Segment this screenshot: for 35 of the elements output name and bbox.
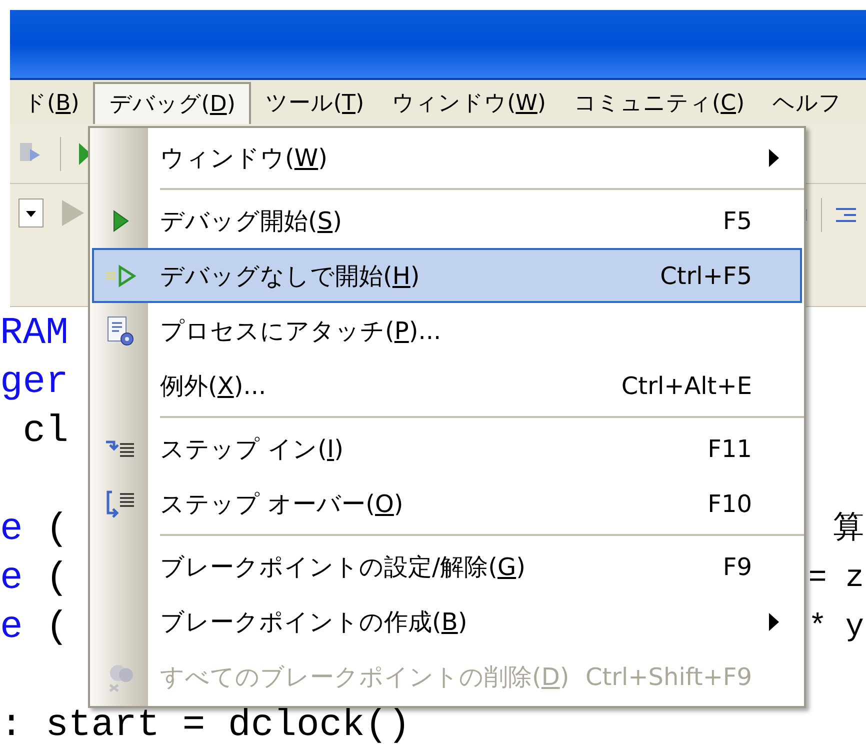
play-icon bbox=[112, 208, 130, 232]
code-text: e bbox=[0, 508, 23, 550]
document-gear-icon bbox=[106, 314, 136, 346]
play-outline-icon bbox=[104, 264, 138, 288]
code-text: : start = dclock() bbox=[0, 704, 410, 746]
menu-bar-item[interactable]: デバッグ(D) bbox=[93, 82, 252, 124]
code-text: ( bbox=[44, 558, 68, 600]
menu-bar-item[interactable]: ウィンドウ(W) bbox=[378, 82, 560, 124]
dropdown-icon[interactable] bbox=[18, 198, 44, 228]
menu-item[interactable]: デバッグ開始(S) F5 bbox=[92, 193, 802, 248]
menu-item[interactable]: ステップ イン(I) F11 bbox=[92, 421, 802, 476]
code-text: e bbox=[0, 606, 23, 648]
menu-item[interactable]: ブレークポイントの作成(B) bbox=[92, 594, 802, 649]
menu-bar-item[interactable]: ヘルフ bbox=[758, 82, 856, 124]
code-text: ( bbox=[44, 606, 68, 648]
code-text: e bbox=[0, 558, 23, 600]
menu-item[interactable]: プロセスにアタッチ(P)... bbox=[92, 303, 802, 358]
menu-item[interactable]: デバッグなしで開始(H) Ctrl+F5 bbox=[92, 248, 802, 303]
submenu-arrow-icon bbox=[768, 148, 780, 168]
menu-item[interactable]: 例外(X)... Ctrl+Alt+E bbox=[92, 358, 802, 413]
menu-item[interactable]: ウィンドウ(W) bbox=[92, 130, 802, 185]
menu-item[interactable]: ブレークポイントの設定/解除(G) F9 bbox=[92, 539, 802, 594]
submenu-arrow-icon bbox=[768, 612, 780, 632]
code-text: * y bbox=[808, 608, 864, 646]
menu-bar-item[interactable]: コミュニティ(C) bbox=[560, 82, 759, 124]
code-text: 算 bbox=[833, 510, 864, 548]
code-text: RAM bbox=[0, 312, 68, 354]
menu-bar-item[interactable]: ツール(T) bbox=[251, 82, 378, 124]
code-text: ( bbox=[44, 508, 68, 550]
code-text: = z bbox=[808, 560, 864, 598]
code-text: ger bbox=[0, 362, 68, 404]
play-icon bbox=[60, 198, 86, 228]
menu-item[interactable]: ステップ オーバー(O) F10 bbox=[92, 476, 802, 531]
menu-bar-item[interactable]: ド(B) bbox=[10, 82, 94, 124]
code-text: cl bbox=[22, 410, 68, 452]
